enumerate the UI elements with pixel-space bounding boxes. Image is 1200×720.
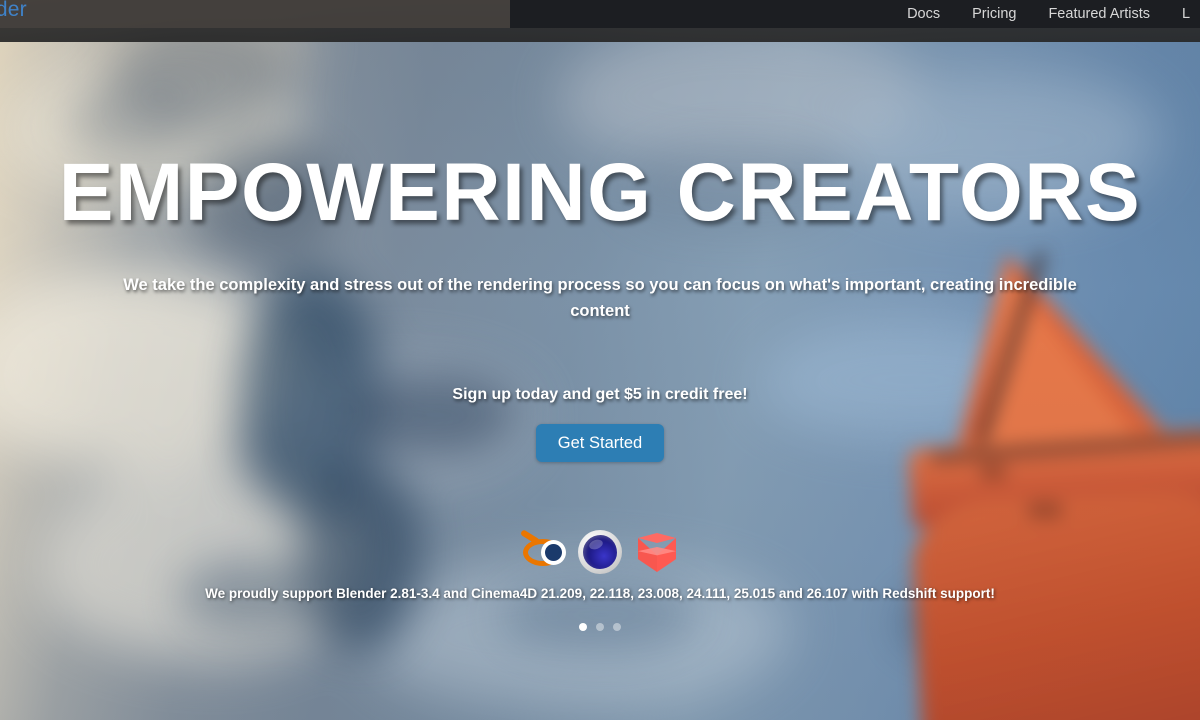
navbar-left-panel xyxy=(0,0,512,28)
carousel-pagination xyxy=(579,623,621,631)
carousel-dot-1[interactable] xyxy=(579,623,587,631)
nav-link-docs[interactable]: Docs xyxy=(907,6,940,22)
nav-link-login[interactable]: L xyxy=(1182,6,1192,22)
supported-versions-text: We proudly support Blender 2.81-3.4 and … xyxy=(205,586,995,601)
cinema4d-icon xyxy=(576,528,624,576)
nav-link-featured-artists[interactable]: Featured Artists xyxy=(1048,6,1150,22)
hero-title: EMPOWERING CREATORS xyxy=(58,147,1142,238)
navbar-links: Docs Pricing Featured Artists L xyxy=(907,0,1200,28)
redshift-icon xyxy=(632,528,680,576)
carousel-dot-3[interactable] xyxy=(613,623,621,631)
get-started-button[interactable]: Get Started xyxy=(535,424,665,462)
carousel-dot-2[interactable] xyxy=(596,623,604,631)
hero-section: EMPOWERING CREATORS We take the complexi… xyxy=(0,0,1200,720)
nav-link-pricing[interactable]: Pricing xyxy=(972,6,1016,22)
page-root: nder Docs Pricing Featured Artists L EMP… xyxy=(0,0,1200,720)
hero-offer-text: Sign up today and get $5 in credit free! xyxy=(452,386,748,403)
brand-logo-text[interactable]: nder xyxy=(0,0,27,22)
hero-subtitle: We take the complexity and stress out of… xyxy=(123,276,1077,320)
top-navigation-bar: nder Docs Pricing Featured Artists L xyxy=(0,0,1200,42)
supported-software-logos xyxy=(519,528,680,576)
blender-icon xyxy=(519,528,568,576)
